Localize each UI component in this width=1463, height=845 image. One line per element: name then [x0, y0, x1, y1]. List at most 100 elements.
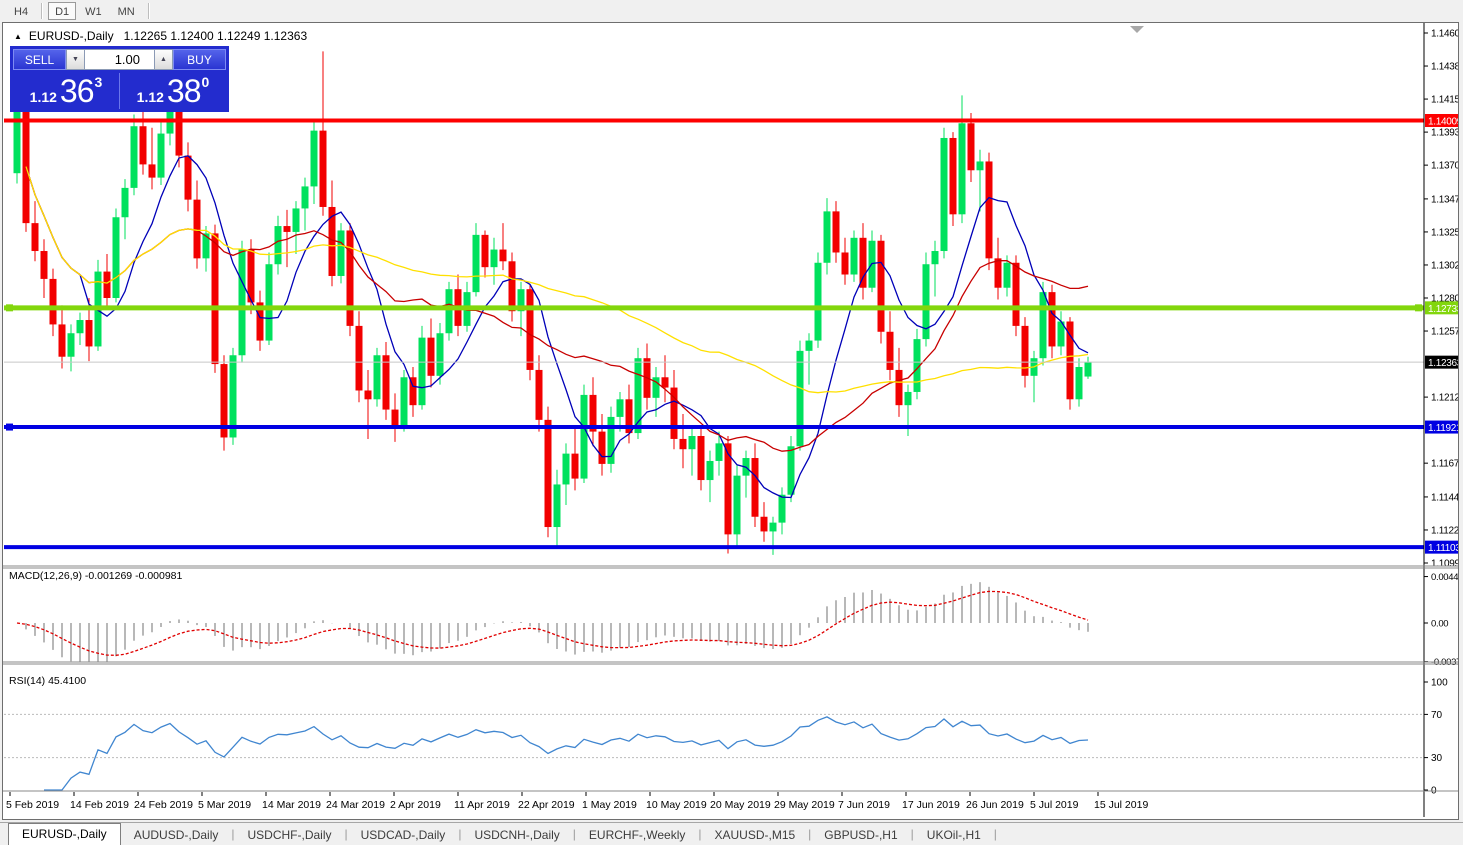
candle-body	[185, 156, 192, 200]
candle-body	[563, 454, 570, 485]
candle-body	[851, 238, 858, 275]
timeframe-button-mn[interactable]: MN	[111, 2, 142, 20]
candle-body	[833, 211, 840, 252]
candle-body	[491, 250, 498, 268]
candle-body	[599, 432, 606, 464]
volume-decrease-button[interactable]: ▼	[66, 49, 85, 70]
candle-body	[707, 461, 714, 480]
tab-eurusd-daily[interactable]: EURUSD-,Daily	[8, 823, 121, 845]
candle-body	[77, 320, 84, 333]
price-tick-label: 1.14155	[1431, 95, 1458, 106]
candle-body	[158, 134, 165, 178]
rsi-line	[44, 717, 1088, 790]
candle-body	[104, 272, 111, 298]
candle-body	[239, 250, 246, 356]
volume-input[interactable]	[85, 49, 154, 70]
tab-eurchf-weekly[interactable]: EURCHF-,Weekly	[576, 826, 698, 845]
price-axis[interactable]: 1.146051.143801.141551.139301.137051.134…	[1424, 23, 1458, 817]
macd-scale-label: 0.00	[1431, 619, 1448, 630]
date-tick-label: 15 Jul 2019	[1094, 799, 1148, 811]
sell-price-display[interactable]: 1.12 36 3	[13, 73, 120, 109]
price-tick-label: 1.13025	[1431, 260, 1458, 271]
candle-body	[50, 279, 57, 325]
candle-body	[842, 252, 849, 274]
candle-body	[572, 454, 579, 479]
candle-body	[1013, 263, 1020, 326]
volume-increase-button[interactable]: ▲	[154, 49, 173, 70]
candle-body	[545, 420, 552, 527]
price-tick-label: 1.14380	[1431, 62, 1458, 73]
candle-body	[752, 458, 759, 517]
candle-body	[302, 186, 309, 208]
tab-usdchf-daily[interactable]: USDCHF-,Daily	[235, 826, 345, 845]
candle-body	[275, 226, 282, 264]
candle-body	[968, 123, 975, 170]
candle-body	[950, 138, 957, 214]
toolbar-separator	[41, 3, 42, 19]
svg-text:1.12733: 1.12733	[1428, 304, 1458, 315]
date-tick-label: 26 Jun 2019	[966, 799, 1024, 811]
candle-body	[41, 251, 48, 279]
candle-body	[212, 233, 219, 364]
candle-body	[1085, 362, 1092, 376]
candle-body	[392, 410, 399, 428]
tab-gbpusd-h1[interactable]: GBPUSD-,H1	[811, 826, 910, 845]
timeframe-button-d1[interactable]: D1	[48, 2, 76, 20]
rsi-pane: 10070300	[4, 678, 1448, 797]
timeframe-button-h4[interactable]: H4	[7, 2, 35, 20]
tab-ukoil-h1[interactable]: UKOil-,H1	[914, 826, 994, 845]
chart-canvas: 1.146051.143801.141551.139301.137051.134…	[3, 23, 1458, 819]
sell-price-prefix: 1.12	[30, 89, 57, 109]
chart-title: ▲ EURUSD-,Daily 1.12265 1.12400 1.12249 …	[14, 29, 307, 43]
buy-button[interactable]: BUY	[173, 49, 226, 70]
candle-body	[311, 131, 318, 187]
candle-body	[509, 261, 516, 311]
date-tick-label: 7 Jun 2019	[838, 799, 890, 811]
price-tick-label: 1.13930	[1431, 128, 1458, 139]
collapse-panel-icon[interactable]: ▲	[14, 32, 22, 41]
svg-text:1.11921: 1.11921	[1428, 423, 1458, 434]
chart-ohlc-values: 1.12265 1.12400 1.12249 1.12363	[124, 29, 308, 43]
trading-terminal: H4 D1 W1 MN 1.146051.143801.141551.13930…	[0, 0, 1463, 845]
candle-body	[761, 517, 768, 532]
date-tick-label: 10 May 2019	[646, 799, 707, 811]
date-axis[interactable]: 5 Feb 201914 Feb 201924 Feb 20195 Mar 20…	[6, 792, 1148, 811]
candle-body	[536, 370, 543, 420]
price-tick-label: 1.12575	[1431, 327, 1458, 338]
candle-body	[446, 289, 453, 333]
tab-audusd-daily[interactable]: AUDUSD-,Daily	[121, 826, 232, 845]
buy-price-big-digits: 38	[167, 73, 201, 109]
candle-body	[194, 200, 201, 259]
candle-body	[1076, 367, 1083, 399]
tab-usdcad-daily[interactable]: USDCAD-,Daily	[348, 826, 459, 845]
price-tick-label: 1.13475	[1431, 194, 1458, 205]
candle-body	[140, 126, 147, 164]
chart-shift-marker-icon[interactable]	[1130, 26, 1144, 33]
candle-body	[1040, 292, 1047, 358]
macd-signal-line	[17, 591, 1088, 655]
sell-price-big-digits: 36	[60, 73, 94, 109]
candles-layer	[14, 51, 1092, 555]
candle-body	[500, 250, 507, 262]
timeframe-toolbar: H4 D1 W1 MN	[0, 0, 1463, 22]
candle-body	[716, 443, 723, 461]
rsi-scale-label: 70	[1431, 710, 1443, 721]
candle-body	[689, 436, 696, 449]
tab-usdcnh-daily[interactable]: USDCNH-,Daily	[461, 826, 572, 845]
candle-body	[320, 131, 327, 207]
tab-xauusd-m15[interactable]: XAUUSD-,M15	[701, 826, 808, 845]
macd-scale-label: -0.003715	[1431, 657, 1458, 668]
timeframe-button-w1[interactable]: W1	[78, 2, 109, 20]
sell-button[interactable]: SELL	[13, 49, 66, 70]
chart-tab-bar: EURUSD-,Daily AUDUSD-,Daily| USDCHF-,Dai…	[0, 822, 1463, 845]
line-handle	[6, 304, 13, 311]
candle-body	[932, 251, 939, 264]
candle-body	[959, 123, 966, 214]
buy-price-pipette: 0	[202, 73, 210, 90]
candle-body	[59, 324, 66, 356]
candle-body	[887, 332, 894, 370]
candle-body	[1004, 263, 1011, 288]
candle-body	[293, 208, 300, 231]
buy-price-display[interactable]: 1.12 38 0	[120, 73, 226, 109]
candle-body	[779, 495, 786, 523]
